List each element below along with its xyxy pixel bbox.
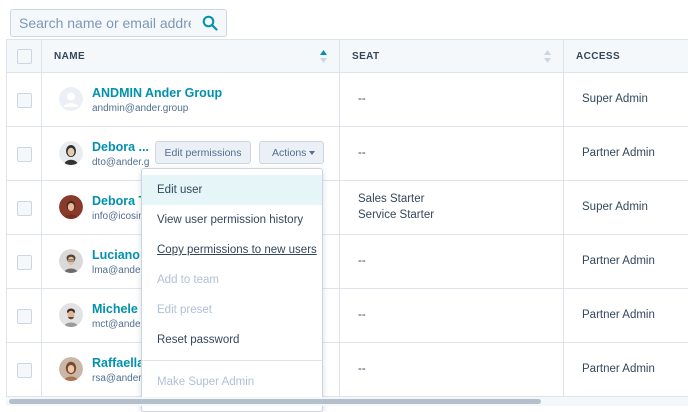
access-cell: Partner Admin xyxy=(564,235,688,288)
menu-divider xyxy=(142,360,322,361)
actions-menu: Edit user View user permission history C… xyxy=(141,168,323,412)
search-box[interactable] xyxy=(10,9,227,37)
header-access[interactable]: ACCESS xyxy=(564,40,688,73)
access-cell: Partner Admin xyxy=(564,127,688,180)
table-row: Raffaella rsa@ander. -- Partner Admin xyxy=(7,343,688,397)
table-row: ANDMIN Ander Group andmin@ander.group --… xyxy=(7,73,688,127)
row-select-cell xyxy=(7,73,42,126)
table-row: Debora T info@icosin Sales Starter Servi… xyxy=(7,181,688,235)
seat-cell: -- xyxy=(340,289,564,342)
access-value: Partner Admin xyxy=(582,147,655,159)
seat-cell: -- xyxy=(340,127,564,180)
user-avatar xyxy=(59,195,83,219)
seat-value: -- xyxy=(358,93,366,105)
user-email: info@icosin xyxy=(92,211,144,222)
table-row: Debora ... dto@ander.g Edit permissions … xyxy=(7,127,688,181)
row-checkbox[interactable] xyxy=(17,201,32,216)
seat-cell: -- xyxy=(340,73,564,126)
access-value: Partner Admin xyxy=(582,363,655,375)
seat-value: Service Starter xyxy=(358,209,435,221)
access-value: Super Admin xyxy=(582,201,648,213)
seat-value: -- xyxy=(358,147,366,159)
header-name[interactable]: NAME xyxy=(42,40,340,73)
search-icon[interactable] xyxy=(202,15,218,31)
user-email: mct@ander xyxy=(92,319,144,330)
table-row: Michele C mct@ander -- Partner Admin xyxy=(7,289,688,343)
seat-value: -- xyxy=(358,309,366,321)
menu-item-edit-preset: Edit preset xyxy=(157,304,212,316)
user-email: dto@ander.g xyxy=(92,157,150,168)
scrollbar-thumb[interactable] xyxy=(9,399,541,404)
table-header: NAME SEAT ACCESS xyxy=(7,40,688,73)
sort-icon[interactable] xyxy=(320,50,327,63)
caret-down-icon xyxy=(309,151,315,155)
user-email: rsa@ander. xyxy=(92,373,144,384)
header-seat[interactable]: SEAT xyxy=(340,40,564,73)
user-name-link[interactable]: ANDMIN Ander Group xyxy=(92,86,222,100)
access-value: Partner Admin xyxy=(582,309,655,321)
header-access-label: ACCESS xyxy=(576,51,621,62)
name-cell: ANDMIN Ander Group andmin@ander.group xyxy=(42,73,340,126)
seat-value: -- xyxy=(358,255,366,267)
user-avatar xyxy=(59,303,83,327)
user-avatar xyxy=(59,249,83,273)
user-email: andmin@ander.group xyxy=(92,103,189,114)
header-seat-label: SEAT xyxy=(352,51,380,62)
row-select-cell xyxy=(7,343,42,396)
header-select-cell xyxy=(7,40,42,73)
edit-permissions-button[interactable]: Edit permissions xyxy=(155,141,251,164)
menu-item-reset-password[interactable]: Reset password xyxy=(142,325,322,355)
menu-item-edit-user[interactable]: Edit user xyxy=(142,175,322,205)
user-name-link[interactable]: Debora T xyxy=(92,194,146,208)
seat-cell: -- xyxy=(340,235,564,288)
user-name-link[interactable]: Raffaella xyxy=(92,356,144,370)
actions-button-label: Actions xyxy=(272,146,307,159)
sort-icon[interactable] xyxy=(544,50,551,63)
access-value: Super Admin xyxy=(582,93,648,105)
row-select-cell xyxy=(7,289,42,342)
seat-value: Sales Starter xyxy=(358,193,425,205)
user-avatar xyxy=(59,141,83,165)
row-select-cell xyxy=(7,127,42,180)
user-avatar xyxy=(59,357,83,381)
seat-value: -- xyxy=(358,363,366,375)
access-cell: Partner Admin xyxy=(564,289,688,342)
user-email: lma@ander. xyxy=(92,265,147,276)
row-checkbox[interactable] xyxy=(17,309,32,324)
header-name-label: NAME xyxy=(54,51,86,62)
row-checkbox[interactable] xyxy=(17,93,32,108)
access-value: Partner Admin xyxy=(582,255,655,267)
row-select-cell xyxy=(7,181,42,234)
seat-cell: -- xyxy=(340,343,564,396)
search-input[interactable] xyxy=(11,10,191,36)
users-table: NAME SEAT ACCESS ANDMIN Ander Group andm… xyxy=(6,39,688,399)
access-cell: Super Admin xyxy=(564,73,688,126)
actions-dropdown-button[interactable]: Actions xyxy=(259,141,324,164)
table-row: Luciano N lma@ander. -- Partner Admin xyxy=(7,235,688,289)
default-avatar-icon xyxy=(59,87,83,111)
select-all-checkbox[interactable] xyxy=(17,49,32,64)
menu-item-make-super-admin: Make Super Admin xyxy=(157,376,255,388)
menu-item-add-to-team: Add to team xyxy=(157,274,220,286)
row-select-cell xyxy=(7,235,42,288)
user-name-link[interactable]: Debora ... xyxy=(92,140,149,154)
row-checkbox[interactable] xyxy=(17,255,32,270)
menu-item-copy-permissions[interactable]: Copy permissions to new users xyxy=(142,235,322,265)
row-checkbox[interactable] xyxy=(17,147,32,162)
horizontal-scrollbar[interactable] xyxy=(6,397,688,406)
seat-cell: Sales Starter Service Starter xyxy=(340,181,564,234)
access-cell: Partner Admin xyxy=(564,343,688,396)
access-cell: Super Admin xyxy=(564,181,688,234)
row-checkbox[interactable] xyxy=(17,363,32,378)
menu-item-view-permission-history[interactable]: View user permission history xyxy=(142,205,322,235)
